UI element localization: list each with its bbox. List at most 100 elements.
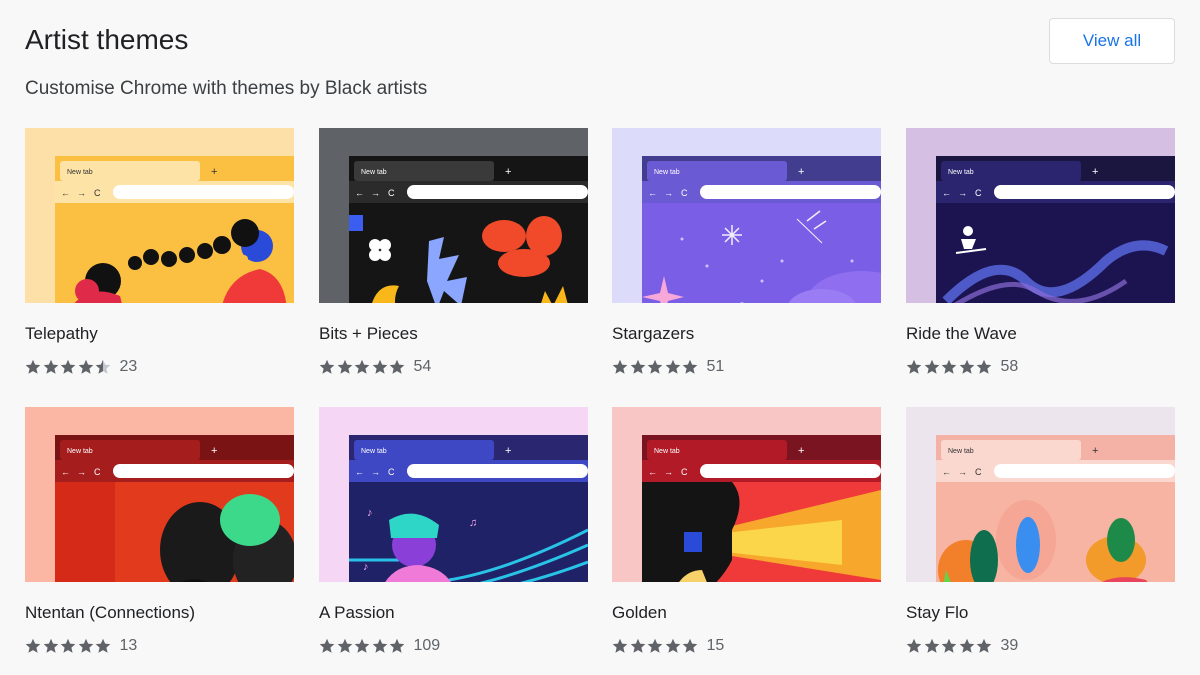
- theme-rating: 58: [906, 358, 1018, 376]
- theme-card[interactable]: New tab + ← → C Ride the Wave 58: [906, 128, 1175, 393]
- svg-text:←: ←: [942, 188, 951, 198]
- svg-text:→: →: [371, 188, 380, 198]
- svg-text:+: +: [211, 445, 217, 457]
- theme-title[interactable]: Ride the Wave: [906, 324, 1017, 344]
- theme-title[interactable]: Stargazers: [612, 324, 694, 344]
- star-rating-icons: [612, 638, 700, 654]
- theme-thumbnail[interactable]: New tab + ← → C: [319, 128, 588, 303]
- star-icon: [43, 359, 58, 374]
- theme-rating: 15: [612, 637, 724, 655]
- star-icon: [78, 359, 93, 374]
- star-icon: [630, 359, 645, 374]
- svg-text:C: C: [388, 188, 395, 198]
- svg-text:New tab: New tab: [654, 169, 680, 176]
- svg-text:→: →: [664, 188, 673, 198]
- star-icon: [924, 359, 939, 374]
- star-icon: [665, 359, 680, 374]
- theme-rating: 109: [319, 637, 440, 655]
- star-icon: [906, 638, 922, 653]
- rating-count: 51: [706, 358, 725, 375]
- svg-text:→: →: [77, 467, 86, 477]
- svg-text:←: ←: [355, 467, 364, 477]
- star-icon: [612, 359, 628, 374]
- theme-title[interactable]: Stay Flo: [906, 603, 968, 623]
- theme-title[interactable]: Golden: [612, 603, 667, 623]
- svg-text:♪: ♪: [367, 507, 373, 519]
- svg-text:→: →: [664, 467, 673, 477]
- theme-thumbnail[interactable]: New tab + ← → C: [612, 407, 881, 582]
- star-icon: [647, 638, 663, 653]
- view-all-button[interactable]: View all: [1049, 18, 1175, 64]
- star-icon: [976, 638, 992, 653]
- svg-text:New tab: New tab: [67, 448, 93, 455]
- theme-thumbnail[interactable]: New tab + ← → C: [612, 128, 881, 303]
- theme-title[interactable]: A Passion: [319, 603, 395, 623]
- theme-rating: 23: [25, 358, 137, 376]
- theme-thumbnail[interactable]: New tab + ← → C: [25, 128, 294, 303]
- rating-count: 15: [706, 637, 725, 654]
- svg-text:←: ←: [355, 188, 364, 198]
- star-icon: [941, 638, 957, 653]
- star-icon: [354, 359, 370, 374]
- star-icon: [60, 359, 76, 374]
- svg-text:New tab: New tab: [948, 169, 974, 176]
- theme-card[interactable]: New tab + ← → C ♪ ♫ ♪ A Passion 109: [319, 407, 588, 672]
- svg-text:C: C: [388, 467, 395, 477]
- star-rating-icons: [319, 638, 407, 654]
- svg-text:←: ←: [61, 188, 70, 198]
- section-subtitle: Customise Chrome with themes by Black ar…: [25, 78, 428, 99]
- theme-card[interactable]: New tab + ← → C Bits + Pieces 54: [319, 128, 588, 393]
- star-icon: [372, 638, 387, 653]
- svg-text:←: ←: [942, 467, 951, 477]
- theme-title[interactable]: Bits + Pieces: [319, 324, 418, 344]
- star-icon: [337, 359, 352, 374]
- rating-count: 109: [413, 637, 441, 654]
- theme-title[interactable]: Telepathy: [25, 324, 98, 344]
- svg-text:C: C: [975, 188, 982, 198]
- star-icon: [319, 638, 335, 653]
- star-icon: [95, 359, 111, 374]
- star-icon: [682, 638, 698, 653]
- star-icon: [682, 359, 698, 374]
- star-rating-icons: [906, 638, 994, 654]
- svg-text:←: ←: [648, 467, 657, 477]
- svg-text:New tab: New tab: [67, 169, 93, 176]
- svg-text:←: ←: [648, 188, 657, 198]
- star-icon: [25, 359, 41, 374]
- theme-thumbnail[interactable]: New tab + ← → C: [906, 128, 1175, 303]
- star-icon: [612, 638, 628, 653]
- star-icon: [43, 638, 58, 653]
- star-icon: [647, 359, 663, 374]
- svg-text:♫: ♫: [469, 517, 477, 529]
- svg-text:C: C: [681, 467, 688, 477]
- star-icon: [60, 638, 76, 653]
- star-icon: [337, 638, 352, 653]
- svg-text:+: +: [211, 166, 217, 178]
- star-icon: [372, 359, 387, 374]
- svg-text:→: →: [958, 188, 967, 198]
- star-icon: [941, 359, 957, 374]
- theme-thumbnail[interactable]: New tab + ← → C: [25, 407, 294, 582]
- theme-card[interactable]: New tab + ← → C Telepathy 23: [25, 128, 294, 393]
- svg-text:→: →: [371, 467, 380, 477]
- theme-thumbnail[interactable]: New tab + ← → C: [906, 407, 1175, 582]
- theme-rating: 54: [319, 358, 431, 376]
- theme-title[interactable]: Ntentan (Connections): [25, 603, 195, 623]
- svg-text:→: →: [958, 467, 967, 477]
- star-icon: [95, 638, 111, 653]
- star-icon: [906, 359, 922, 374]
- theme-card[interactable]: New tab + ← → C Stay Flo 39: [906, 407, 1175, 672]
- star-rating-icons: [612, 359, 700, 375]
- svg-text:New tab: New tab: [948, 448, 974, 455]
- theme-card[interactable]: New tab + ← → C Ntentan (Connections) 13: [25, 407, 294, 672]
- theme-card[interactable]: New tab + ← → C Golden 15: [612, 407, 881, 672]
- theme-rating: 51: [612, 358, 724, 376]
- rating-count: 54: [413, 358, 432, 375]
- theme-thumbnail[interactable]: New tab + ← → C ♪ ♫ ♪: [319, 407, 588, 582]
- svg-text:C: C: [94, 188, 101, 198]
- svg-text:+: +: [798, 445, 804, 457]
- star-rating-icons: [25, 638, 113, 654]
- svg-text:New tab: New tab: [654, 448, 680, 455]
- svg-text:+: +: [1092, 166, 1098, 178]
- theme-card[interactable]: New tab + ← → C Stargazers 51: [612, 128, 881, 393]
